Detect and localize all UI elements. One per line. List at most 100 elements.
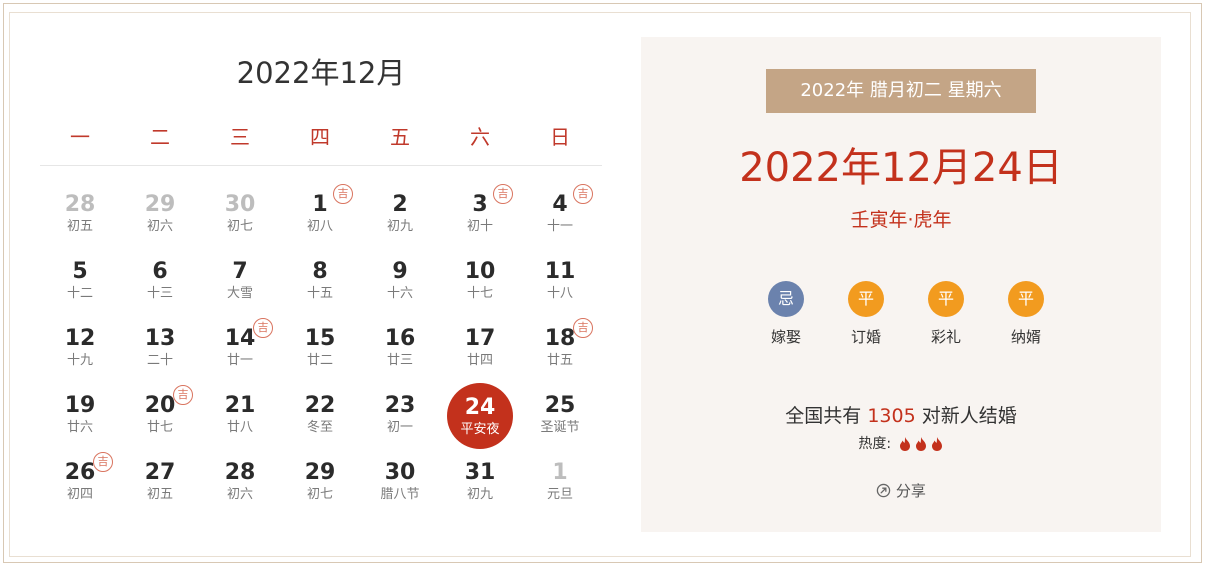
day-number: 15 — [304, 326, 336, 351]
weekday-label: 六 — [470, 125, 490, 149]
lunar-date: 初五 — [146, 487, 173, 502]
day-number: 13 — [144, 326, 176, 351]
lunar-date: 廿二 — [306, 353, 333, 368]
day-cell[interactable]: 12 十九 — [40, 316, 120, 383]
day-number: 11 — [544, 259, 576, 284]
lunar-date: 冬至 — [306, 420, 333, 435]
day-number: 30 — [384, 460, 416, 485]
auspicious-badge: 吉 — [573, 184, 593, 204]
heat-row: 热度: — [641, 433, 1161, 453]
day-cell[interactable]: 17 廿四 — [440, 316, 520, 383]
day-cell[interactable]: 26 初四吉 — [40, 450, 120, 517]
day-cell[interactable]: 6 十三 — [120, 249, 200, 316]
flame-icon — [931, 437, 942, 451]
item-label: 嫁娶 — [770, 328, 801, 346]
day-cell[interactable]: 19 廿六 — [40, 383, 120, 450]
marriage-item: 平彩礼 — [906, 281, 986, 347]
day-number: 5 — [72, 259, 88, 284]
weekday-label: 日 — [550, 125, 570, 149]
day-cell[interactable]: 4 十一吉 — [520, 182, 600, 249]
weekday-label: 一 — [70, 125, 90, 149]
day-cell[interactable]: 11 十八 — [520, 249, 600, 316]
marriage-item: 平订婚 — [826, 281, 906, 347]
day-cell[interactable]: 20 廿七吉 — [120, 383, 200, 450]
lunar-date: 廿一 — [226, 353, 253, 368]
day-number: 12 — [64, 326, 96, 351]
day-number: 8 — [312, 259, 328, 284]
day-cell[interactable]: 25 圣诞节 — [520, 383, 600, 450]
lunar-date: 十八 — [546, 286, 573, 301]
lunar-date: 廿六 — [66, 420, 93, 435]
ganzhi-year: 壬寅年·虎年 — [850, 209, 952, 231]
lunar-date: 十五 — [306, 286, 333, 301]
day-cell[interactable]: 15 廿二 — [280, 316, 360, 383]
lunar-date: 腊八节 — [380, 487, 420, 502]
flame-icon — [899, 437, 910, 451]
auspicious-badge: 吉 — [573, 318, 593, 338]
day-cell[interactable]: 14 廿一吉 — [200, 316, 280, 383]
lunar-date: 初七 — [226, 219, 253, 234]
day-cell[interactable]: 16 廿三 — [360, 316, 440, 383]
lunar-date: 廿八 — [226, 420, 253, 435]
day-cell[interactable]: 28 初五 — [40, 182, 120, 249]
day-number: 22 — [304, 393, 336, 418]
item-label: 纳婿 — [1010, 328, 1041, 346]
weekday-label: 三 — [230, 125, 250, 149]
day-number: 28 — [64, 192, 96, 217]
lunar-date: 初四 — [66, 487, 93, 502]
day-number: 27 — [144, 460, 176, 485]
lunar-date: 廿四 — [466, 353, 493, 368]
auspicious-badge: 吉 — [493, 184, 513, 204]
auspicious-badge: 吉 — [333, 184, 353, 204]
day-cell[interactable]: 10 十七 — [440, 249, 520, 316]
lunar-date: 二十 — [146, 353, 173, 368]
weekday-header: 一 二 三 四 五 六 日 — [40, 120, 602, 166]
share-button[interactable]: 分享 — [641, 480, 1161, 501]
day-cell[interactable]: 7 大雪 — [200, 249, 280, 316]
marriage-item: 忌嫁娶 — [746, 281, 826, 347]
day-cell[interactable]: 23 初一 — [360, 383, 440, 450]
day-cell[interactable]: 9 十六 — [360, 249, 440, 316]
day-cell[interactable]: 30 初七 — [200, 182, 280, 249]
lunar-date: 初六 — [226, 487, 253, 502]
day-number: 25 — [544, 393, 576, 418]
week-row: 26 初四吉 27 初五 28 初六 29 初七 30 腊八节 31 初九 1 元旦 — [40, 450, 602, 517]
day-number: 1 — [552, 460, 568, 485]
week-row: 5 十二 6 十三 7 大雪 8 十五 9 十六 10 十七 11 十八 — [40, 249, 602, 316]
rating-badge: 平 — [928, 281, 964, 317]
marriage-item: 平纳婿 — [986, 281, 1066, 347]
day-cell[interactable]: 18 廿五吉 — [520, 316, 600, 383]
lunar-date: 初五 — [66, 219, 93, 234]
flame-icon — [915, 437, 926, 451]
day-cell[interactable]: 27 初五 — [120, 450, 200, 517]
share-icon — [876, 483, 891, 498]
day-cell[interactable]: 21 廿八 — [200, 383, 280, 450]
lunar-date: 初九 — [466, 487, 493, 502]
lunar-date: 廿五 — [546, 353, 573, 368]
day-cell[interactable]: 3 初十吉 — [440, 182, 520, 249]
day-cell[interactable]: 28 初六 — [200, 450, 280, 517]
month-title: 2022年12月 — [236, 56, 406, 90]
day-cell[interactable]: 30 腊八节 — [360, 450, 440, 517]
day-cell[interactable]: 1 元旦 — [520, 450, 600, 517]
lunar-date: 十九 — [66, 353, 93, 368]
day-cell[interactable]: 31 初九 — [440, 450, 520, 517]
rating-badge: 平 — [848, 281, 884, 317]
rating-badge: 忌 — [768, 281, 804, 317]
auspicious-badge: 吉 — [173, 385, 193, 405]
day-number: 30 — [224, 192, 256, 217]
day-cell[interactable]: 8 十五 — [280, 249, 360, 316]
day-cell[interactable]: 2 初九 — [360, 182, 440, 249]
lunar-date: 初九 — [386, 219, 413, 234]
day-cell[interactable]: 1 初八吉 — [280, 182, 360, 249]
lunar-date: 廿七 — [146, 420, 173, 435]
week-row: 12 十九 13 二十 14 廿一吉 15 廿二 16 廿三 17 廿四 18 廿五吉 — [40, 316, 602, 383]
day-cell[interactable]: 13 二十 — [120, 316, 200, 383]
heat-label: 热度: — [858, 436, 892, 452]
day-cell-selected[interactable]: 24 平安夜 — [440, 383, 520, 450]
week-row: 28 初五 29 初六 30 初七 1 初八吉 2 初九 3 初十吉 4 十一吉 — [40, 182, 602, 249]
day-cell[interactable]: 22 冬至 — [280, 383, 360, 450]
day-cell[interactable]: 5 十二 — [40, 249, 120, 316]
day-cell[interactable]: 29 初七 — [280, 450, 360, 517]
day-cell[interactable]: 29 初六 — [120, 182, 200, 249]
